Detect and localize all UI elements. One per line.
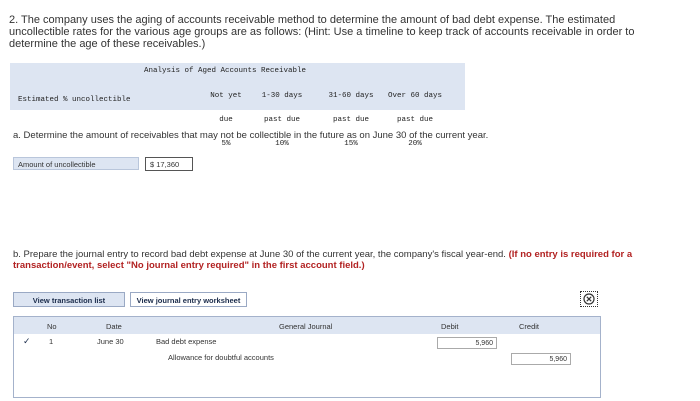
rate-1-30: 10% — [275, 140, 289, 148]
col-header-31-60: 31-60 days past due 15% — [320, 76, 382, 164]
credit-input[interactable]: 5,960 — [511, 353, 571, 365]
part-b-text: b. Prepare the journal entry to record b… — [13, 249, 633, 271]
aging-title: Analysis of Aged Accounts Receivable — [144, 67, 307, 75]
col-header-not-yet: Not yet due 5% — [202, 76, 250, 164]
aging-table: Analysis of Aged Accounts Receivable Not… — [10, 63, 465, 148]
row-no: 1 — [49, 337, 54, 346]
question-text: 2. The company uses the aging of account… — [9, 14, 635, 50]
debit-input[interactable]: 5,960 — [437, 337, 497, 349]
debit-account[interactable]: Bad debt expense — [156, 337, 216, 346]
rate-not-yet: 5% — [221, 140, 231, 148]
rate-31-60: 15% — [344, 140, 358, 148]
header-credit: Credit — [519, 322, 540, 331]
amount-uncollectible-label: Amount of uncollectible — [13, 157, 139, 170]
header-general-journal: General Journal — [279, 322, 333, 331]
checkmark-icon: ✓ — [23, 336, 31, 346]
credit-account[interactable]: Allowance for doubtful accounts — [168, 353, 274, 362]
header-debit: Debit — [441, 322, 459, 331]
view-transaction-list-button[interactable]: View transaction list — [13, 292, 125, 307]
part-a-text: a. Determine the amount of receivables t… — [13, 130, 489, 141]
header-date: Date — [106, 322, 122, 331]
rate-over-60: 20% — [408, 140, 422, 148]
journal-table: No Date General Journal Debit Credit ✓ 1… — [13, 316, 601, 398]
amount-uncollectible-input[interactable]: $ 17,360 — [145, 157, 193, 171]
close-icon[interactable] — [580, 291, 598, 307]
view-journal-worksheet-button[interactable]: View journal entry worksheet — [130, 292, 247, 307]
row-label-uncollectible: Estimated % uncollectible — [18, 96, 131, 104]
col-header-1-30: 1-30 days past due 10% — [254, 76, 310, 164]
row-date[interactable]: June 30 — [97, 337, 124, 346]
header-no: No — [47, 322, 57, 331]
col-header-over-60: Over 60 days past due 20% — [382, 76, 448, 164]
